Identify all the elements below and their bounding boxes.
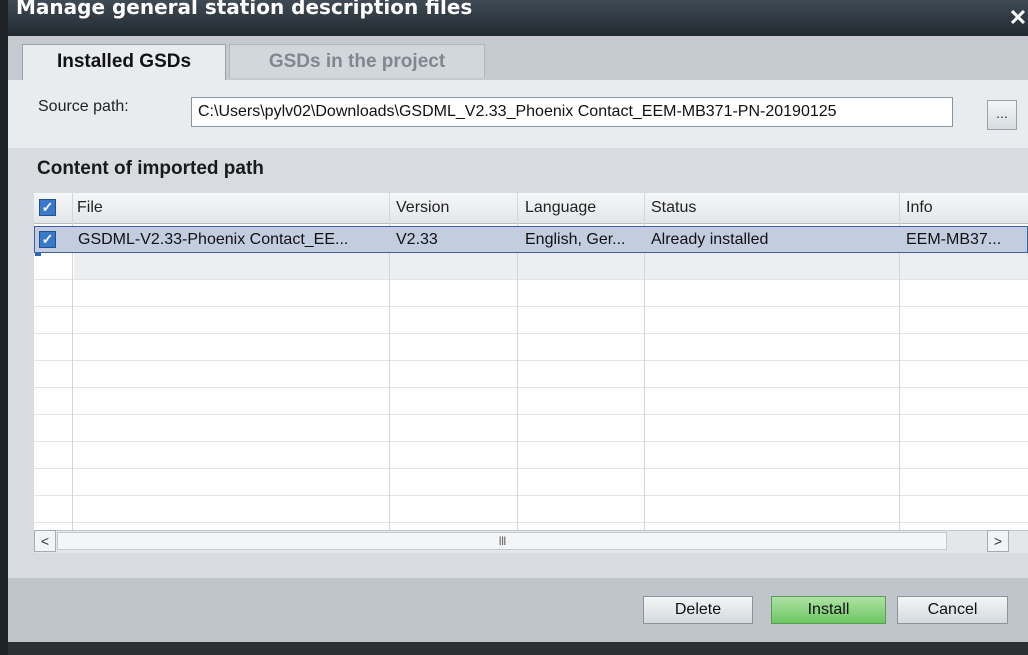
delete-button[interactable]: Delete [643,596,753,624]
section-title: Content of imported path [37,158,264,179]
window-bottom-edge [8,642,1028,655]
column-header-info[interactable]: Info [906,193,933,223]
row-divider [34,279,1028,280]
dialog-title: Manage general station description files [16,0,473,19]
column-header-file[interactable]: File [77,193,103,223]
row-divider [34,387,1028,388]
source-path-label: Source path: [38,98,129,115]
row-divider [34,306,1028,307]
empty-row [74,253,1028,279]
scroll-right-icon[interactable]: > [987,530,1009,552]
gsd-table: ✓ File Version Language Status Info ✓ GS… [34,193,1028,530]
row-divider [34,468,1028,469]
row-divider [34,360,1028,361]
cell-file: GSDML-V2.33-Phoenix Contact_EE... [78,231,349,248]
cell-info: EEM-MB37... [906,231,1002,248]
row-divider [34,495,1028,496]
install-button[interactable]: Install [771,596,886,624]
scroll-left-icon[interactable]: < [34,530,56,552]
column-header-version[interactable]: Version [396,193,449,223]
scrollbar-thumb[interactable]: III [57,532,947,550]
select-all-checkbox[interactable]: ✓ [39,199,56,216]
title-bar: Manage general station description files… [8,0,1028,36]
tab-installed-gsds[interactable]: Installed GSDs [22,44,226,81]
column-header-status[interactable]: Status [651,193,696,223]
column-header-language[interactable]: Language [525,193,596,223]
row-divider [34,414,1028,415]
focus-marker [35,252,41,256]
close-icon[interactable]: ✕ [1008,0,1028,36]
cell-version: V2.33 [396,231,438,248]
browse-button[interactable]: ... [987,100,1017,130]
cell-language: English, Ger... [525,231,626,248]
gsd-dialog: Manage general station description files… [8,0,1028,655]
cell-status: Already installed [651,231,769,248]
tab-gsds-in-project[interactable]: GSDs in the project [229,44,485,78]
row-checkbox[interactable]: ✓ [39,231,56,248]
row-divider [34,522,1028,523]
row-divider [34,333,1028,334]
row-divider [34,441,1028,442]
source-path-input[interactable]: C:\Users\pylv02\Downloads\GSDML_V2.33_Ph… [191,97,953,127]
cancel-button[interactable]: Cancel [897,596,1008,624]
